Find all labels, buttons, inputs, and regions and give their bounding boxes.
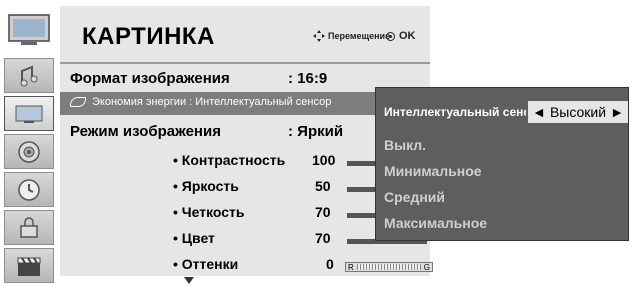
- sidebar-item-sound[interactable]: [4, 134, 54, 169]
- popup-option[interactable]: Минимальное: [384, 163, 482, 179]
- sidebar-item-media[interactable]: [4, 248, 54, 283]
- format-value: : 16:9: [288, 70, 328, 87]
- sidebar: [0, 0, 58, 286]
- mode-label[interactable]: Режим изображения: [70, 123, 221, 140]
- clock-icon: [18, 178, 40, 201]
- ok-button-icon: [386, 31, 395, 41]
- audio-icon: [20, 65, 38, 86]
- sidebar-item-audio[interactable]: [4, 58, 54, 93]
- setting-value: 0: [326, 256, 334, 272]
- nav-hint: Перемещение OK: [312, 29, 416, 43]
- format-label[interactable]: Формат изображения: [70, 70, 230, 87]
- energy-saving-item[interactable]: Экономия энергии : Интеллектуальный сенс…: [70, 96, 331, 108]
- sound-icon: [18, 140, 40, 163]
- popup-selected-value: Высокий: [549, 104, 607, 120]
- dpad-icon: [313, 30, 325, 42]
- setting-label[interactable]: • Яркость: [173, 178, 239, 194]
- setting-value: 70: [315, 204, 331, 220]
- popup-option[interactable]: Максимальное: [384, 215, 487, 231]
- hint-move-label: Перемещение: [328, 30, 391, 41]
- energy-saving-text: Экономия энергии : Интеллектуальный сенс…: [92, 96, 332, 108]
- tv-icon: [4, 6, 54, 54]
- picture-icon: [15, 105, 43, 123]
- eco-leaf-icon: [70, 97, 86, 107]
- arrow-right-icon[interactable]: ►: [610, 104, 624, 120]
- tint-scale: [356, 264, 421, 270]
- tint-right-label: G: [423, 262, 430, 272]
- popup-option[interactable]: Средний: [384, 189, 445, 205]
- tint-left-label: R: [348, 262, 354, 272]
- setting-value: 100: [312, 152, 336, 168]
- popup-selector[interactable]: ◄ Высокий ►: [528, 101, 628, 123]
- mode-value: : Яркий: [288, 123, 344, 140]
- tint-slider[interactable]: R G: [345, 262, 433, 272]
- menu-title: КАРТИНКА: [82, 23, 215, 50]
- clapperboard-icon: [17, 256, 41, 276]
- setting-value: 70: [315, 230, 331, 246]
- sidebar-item-picture[interactable]: [4, 96, 54, 131]
- popup-header-label: Интеллектуальный сенсор: [384, 105, 526, 119]
- arrow-left-icon[interactable]: ◄: [532, 104, 546, 120]
- setting-label[interactable]: • Контрастность: [173, 152, 285, 168]
- setting-label[interactable]: • Оттенки: [173, 256, 238, 272]
- energy-saving-popup: Интеллектуальный сенсор ◄ Высокий ► Выкл…: [375, 87, 629, 241]
- sidebar-item-lock[interactable]: [4, 210, 54, 245]
- setting-label[interactable]: • Четкость: [173, 204, 245, 220]
- scroll-down-arrow-icon[interactable]: [184, 277, 194, 284]
- popup-option[interactable]: Выкл.: [384, 137, 426, 153]
- lock-icon: [20, 216, 38, 238]
- hint-ok-label: OK: [399, 30, 416, 42]
- sidebar-item-time[interactable]: [4, 172, 54, 207]
- setting-label[interactable]: • Цвет: [173, 230, 215, 246]
- title-divider: [60, 62, 430, 64]
- setting-value: 50: [315, 178, 331, 194]
